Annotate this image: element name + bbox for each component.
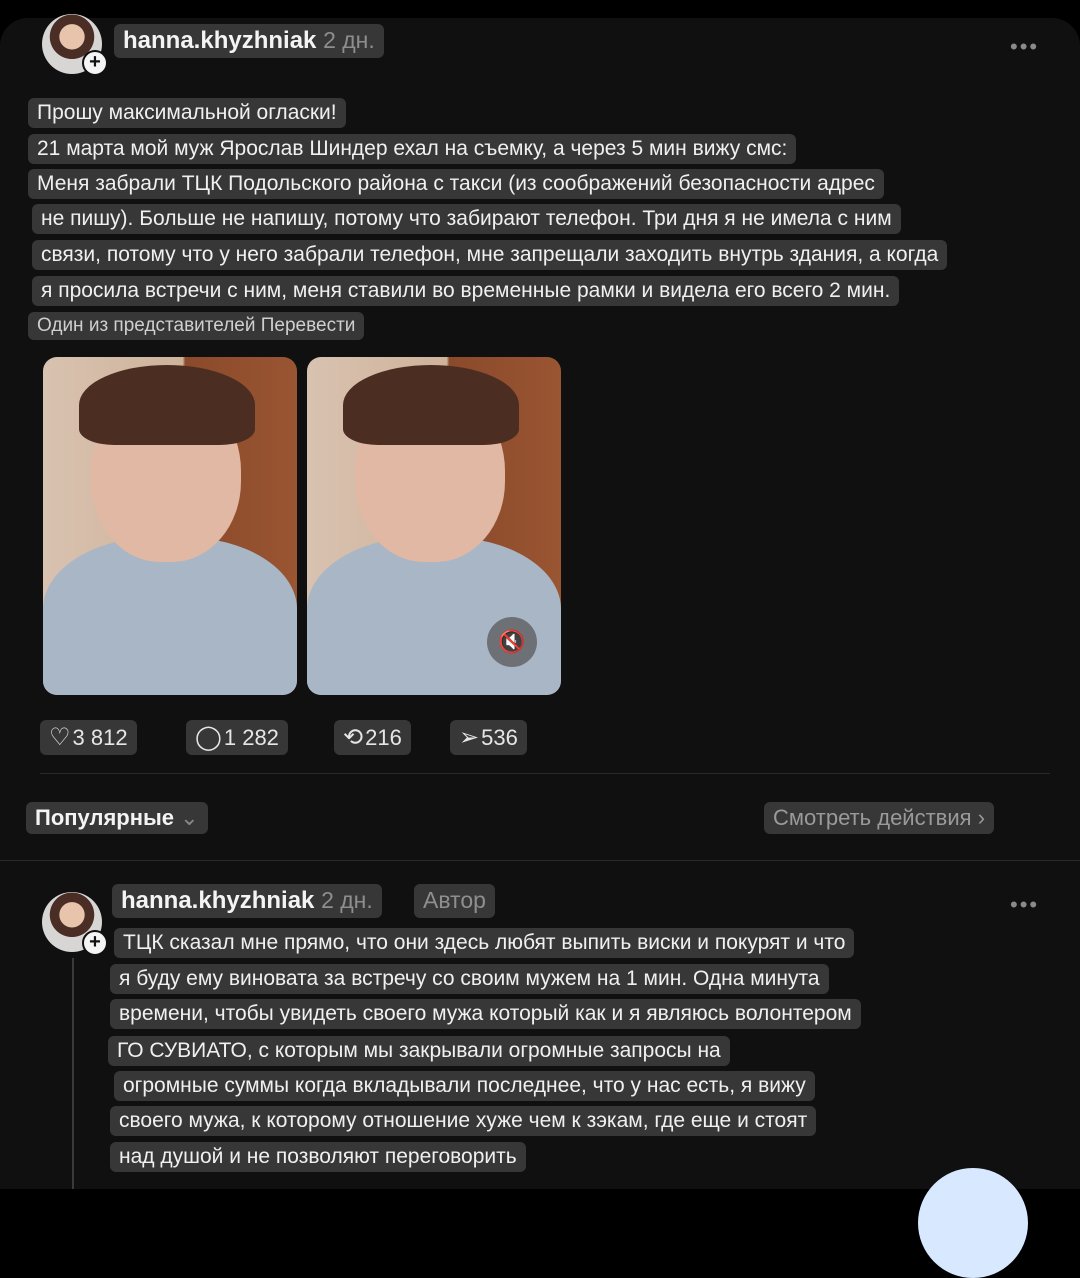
- reposts-count: 216: [365, 725, 402, 750]
- hair-shape: [343, 365, 519, 445]
- post-time: 2 дн.: [323, 27, 375, 53]
- comment-icon: ◯: [195, 724, 222, 751]
- follow-plus-icon[interactable]: +: [82, 930, 108, 956]
- sort-dropdown[interactable]: Популярные ⌄: [26, 802, 208, 834]
- reply-line: своего мужа, к которому отношение хуже ч…: [110, 1106, 817, 1136]
- chevron-down-icon: ⌄: [180, 805, 199, 830]
- reply-time: 2 дн.: [321, 887, 373, 913]
- share-button[interactable]: ➢536: [450, 720, 527, 755]
- reply-line: ГО СУВИАТО, с которым мы закрывали огром…: [108, 1036, 730, 1066]
- repost-icon: ⟲: [343, 724, 364, 751]
- hair-shape: [79, 365, 255, 445]
- comment-button[interactable]: ◯1 282: [186, 720, 288, 755]
- shares-count: 536: [481, 725, 518, 750]
- post-line: не пишу). Больше не напишу, потому что з…: [32, 204, 901, 234]
- reply-line: ТЦК сказал мне прямо, что они здесь любя…: [114, 928, 855, 958]
- heart-icon: ♡: [49, 724, 71, 751]
- reply-line: я буду ему виновата за встречу со своим …: [110, 964, 829, 994]
- video-thumbnail-2[interactable]: 🔇: [307, 357, 561, 695]
- chevron-right-icon: ›: [977, 805, 986, 830]
- post-line: 21 марта мой муж Ярослав Шиндер ехал на …: [28, 134, 797, 164]
- like-button[interactable]: ♡3 812: [40, 720, 137, 755]
- thread-line: [72, 958, 74, 1189]
- view-actions-label: Смотреть действия: [773, 805, 972, 830]
- floating-action-button[interactable]: [918, 1168, 1028, 1278]
- post-line: я просила встречи с ним, меня ставили во…: [32, 276, 900, 306]
- comments-count: 1 282: [223, 725, 279, 750]
- video-thumbnail-1[interactable]: [43, 357, 297, 695]
- likes-count: 3 812: [72, 725, 128, 750]
- mute-icon[interactable]: 🔇: [487, 617, 537, 667]
- sort-label: Популярные: [35, 805, 175, 830]
- repost-button[interactable]: ⟲216: [334, 720, 411, 755]
- more-options-icon[interactable]: •••: [1010, 34, 1039, 60]
- view-actions-button[interactable]: Смотреть действия ›: [764, 802, 995, 834]
- divider: [40, 773, 1050, 774]
- divider: [0, 860, 1080, 861]
- post-line: связи, потому что у него забрали телефон…: [32, 240, 948, 270]
- author-badge-label: Автор: [423, 887, 486, 913]
- reply-line: над душой и не позволяют переговорить: [110, 1142, 526, 1172]
- username[interactable]: hanna.khyzhniak: [123, 27, 316, 54]
- post-line: Меня забрали ТЦК Подольского района с та…: [28, 169, 884, 199]
- more-options-icon[interactable]: •••: [1010, 892, 1039, 918]
- reply-line: огромные суммы когда вкладывали последне…: [114, 1071, 815, 1101]
- reply-header: hanna.khyzhniak 2 дн.: [112, 884, 382, 918]
- author-badge: Автор: [414, 884, 495, 918]
- post-header: hanna.khyzhniak 2 дн.: [114, 24, 384, 58]
- follow-plus-icon[interactable]: +: [82, 50, 108, 76]
- post-line: Прошу максимальной огласки!: [28, 98, 346, 128]
- share-icon: ➢: [459, 724, 480, 751]
- reply-line: времени, чтобы увидеть своего мужа котор…: [110, 999, 861, 1029]
- reply-username[interactable]: hanna.khyzhniak: [121, 887, 314, 914]
- post-footer-line: Один из представителей Перевести: [28, 312, 365, 340]
